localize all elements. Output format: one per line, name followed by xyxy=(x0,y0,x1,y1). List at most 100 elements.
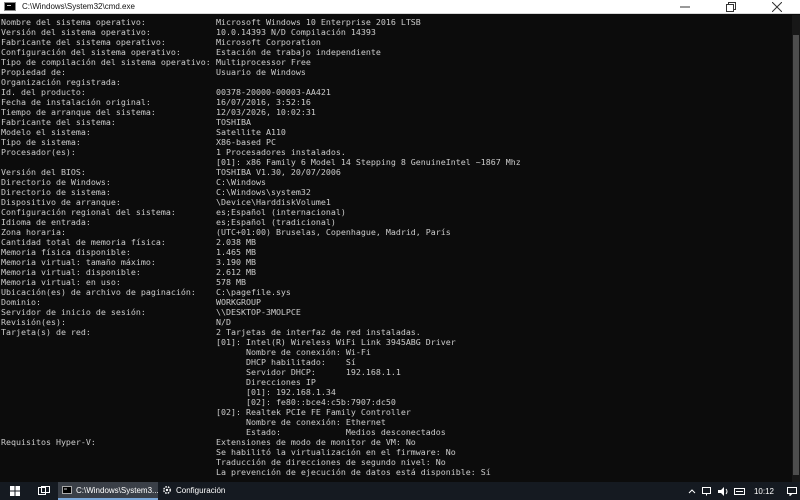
property-value: N/D xyxy=(216,317,231,327)
title-bar[interactable]: C:\Windows\System32\cmd.exe xyxy=(0,0,800,14)
console-line: Traducción de direcciones de segundo niv… xyxy=(1,457,790,467)
property-value: 2.038 MB xyxy=(216,237,256,247)
console-line: Versión del BIOS: TOSHIBA V1.30, 20/07/20… xyxy=(1,167,790,177)
property-label: Dispositivo de arranque: xyxy=(1,197,121,207)
property-label: Modelo el sistema: xyxy=(1,127,91,137)
property-label: Idioma de entrada: xyxy=(1,217,91,227)
property-label: Configuración regional del sistema: xyxy=(1,207,176,217)
property-value: 00378-20000-00003-AA421 xyxy=(216,87,331,97)
restore-icon xyxy=(726,2,736,12)
maximize-button[interactable] xyxy=(708,0,754,14)
console-line: La prevención de ejecución de datos está… xyxy=(1,467,790,477)
property-value: Servidor DHCP: 192.168.1.1 xyxy=(216,367,401,377)
property-value: \Device\HarddiskVolume1 xyxy=(216,197,331,207)
console-output[interactable]: Nombre del sistema operativo: Microsoft W… xyxy=(0,15,800,482)
property-value: 3.190 MB xyxy=(216,257,256,267)
property-label: Id. del producto: xyxy=(1,87,86,97)
property-label: Organización registrada: xyxy=(1,77,121,87)
start-button[interactable] xyxy=(0,482,30,500)
task-view-button[interactable] xyxy=(30,482,58,500)
property-label: Propiedad de: xyxy=(1,67,66,77)
property-label: Fecha de instalación original: xyxy=(1,97,151,107)
taskbar-item-label: C:\Windows\System3... xyxy=(76,485,158,495)
property-label: Directorio de Windows: xyxy=(1,177,111,187)
console-line: [01]: 192.168.1.34 xyxy=(1,387,790,397)
console-line: Revisión(es): N/D xyxy=(1,317,790,327)
property-label: Fabricante del sistema: xyxy=(1,117,116,127)
console-line: Procesador(es): 1 Procesadores instalados… xyxy=(1,147,790,157)
property-label: Procesador(es): xyxy=(1,147,76,157)
console-line: Tiempo de arranque del sistema: 12/03/202… xyxy=(1,107,790,117)
console-line: Directorio de sistema: C:\Windows\system3… xyxy=(1,187,790,197)
console-line: Fabricante del sistema operativo: Microso… xyxy=(1,37,790,47)
taskbar: C:\Windows\System3... Configuración 10:1… xyxy=(0,482,800,500)
property-value: TOSHIBA xyxy=(216,117,251,127)
notification-icon[interactable] xyxy=(784,482,800,500)
property-value: TOSHIBA V1.30, 20/07/2006 xyxy=(216,167,341,177)
property-value: 16/07/2016, 3:52:16 xyxy=(216,97,311,107)
console-line: Nombre del sistema operativo: Microsoft W… xyxy=(1,17,790,27)
property-value: C:\Windows xyxy=(216,177,266,187)
property-label: Fabricante del sistema operativo: xyxy=(1,37,166,47)
cmd-window-icon xyxy=(4,2,16,11)
taskbar-item-settings[interactable]: Configuración xyxy=(158,482,231,500)
close-icon xyxy=(772,2,782,12)
property-value: WORKGROUP xyxy=(216,297,261,307)
console-line: Id. del producto: 00378-20000-00003-AA421 xyxy=(1,87,790,97)
property-value: Multiprocessor Free xyxy=(216,57,311,67)
network-icon[interactable] xyxy=(700,482,716,500)
minimize-icon xyxy=(680,6,690,8)
property-value: 1.465 MB xyxy=(216,247,256,257)
console-scrollbar[interactable] xyxy=(792,15,800,482)
property-value: 2 Tarjetas de interfaz de red instaladas… xyxy=(216,327,421,337)
property-label: Memoria física disponible: xyxy=(1,247,131,257)
property-value: X86-based PC xyxy=(216,137,276,147)
console-line: Zona horaria: (UTC+01:00) Bruselas, Copen… xyxy=(1,227,790,237)
chevron-up-icon[interactable] xyxy=(684,482,700,500)
taskbar-clock[interactable]: 10:12 xyxy=(748,487,784,496)
console-line: Direcciones IP xyxy=(1,377,790,387)
console-line: Dominio: WORKGROUP xyxy=(1,297,790,307)
property-value: 10.0.14393 N/D Compilación 14393 xyxy=(216,27,376,37)
console-line: [01]: Intel(R) Wireless WiFi Link 3945AB… xyxy=(1,337,790,347)
console-line: Memoria virtual: disponible: 2.612 MB xyxy=(1,267,790,277)
console-line: Fecha de instalación original: 16/07/2016… xyxy=(1,97,790,107)
cmd-icon xyxy=(62,486,72,494)
console-line: Ubicación(es) de archivo de paginación: C… xyxy=(1,287,790,297)
console-line: Tipo de sistema: X86-based PC xyxy=(1,137,790,147)
minimize-button[interactable] xyxy=(662,0,708,14)
close-button[interactable] xyxy=(754,0,800,14)
property-label: Tipo de sistema: xyxy=(1,137,81,147)
property-label: Dominio: xyxy=(1,297,41,307)
property-label: Revisión(es): xyxy=(1,317,66,327)
property-label: Cantidad total de memoria física: xyxy=(1,237,166,247)
property-label: Zona horaria: xyxy=(1,227,66,237)
console-line: Estado: Medios desconectados xyxy=(1,427,790,437)
console-line: DHCP habilitado: Sí xyxy=(1,357,790,367)
gear-icon xyxy=(162,485,172,495)
speaker-icon[interactable] xyxy=(716,482,732,500)
console-line: Se habilitó la virtualización en el firm… xyxy=(1,447,790,457)
property-label: Memoria virtual: tamaño máximo: xyxy=(1,257,156,267)
property-value: [02]: fe80::bce4:c5b:7907:dc50 xyxy=(216,397,396,407)
scrollbar-thumb[interactable] xyxy=(793,35,799,475)
property-value: Extensiones de modo de monitor de VM: No xyxy=(216,437,416,447)
console-line: Servidor DHCP: 192.168.1.1 xyxy=(1,367,790,377)
property-value: [01]: x86 Family 6 Model 14 Stepping 8 G… xyxy=(216,157,521,167)
window-controls xyxy=(662,0,800,14)
task-view-icon xyxy=(38,486,50,495)
property-value: Traducción de direcciones de segundo niv… xyxy=(216,457,446,467)
window-title: C:\Windows\System32\cmd.exe xyxy=(22,2,135,11)
taskbar-item-cmd[interactable]: C:\Windows\System3... xyxy=(58,482,158,500)
console-line: Nombre de conexión: Ethernet xyxy=(1,417,790,427)
property-value: 1 Procesadores instalados. xyxy=(216,147,346,157)
console-line: [02]: fe80::bce4:c5b:7907:dc50 xyxy=(1,397,790,407)
console-line: Nombre de conexión: Wi-Fi xyxy=(1,347,790,357)
property-value: C:\pagefile.sys xyxy=(216,287,291,297)
console-line: Cantidad total de memoria física: 2.038 M… xyxy=(1,237,790,247)
property-value: C:\Windows\system32 xyxy=(216,187,311,197)
property-value: [01]: Intel(R) Wireless WiFi Link 3945AB… xyxy=(216,337,456,347)
taskbar-item-label: Configuración xyxy=(176,485,226,495)
property-value: Se habilitó la virtualización en el firm… xyxy=(216,447,456,457)
language-icon[interactable] xyxy=(732,482,748,500)
